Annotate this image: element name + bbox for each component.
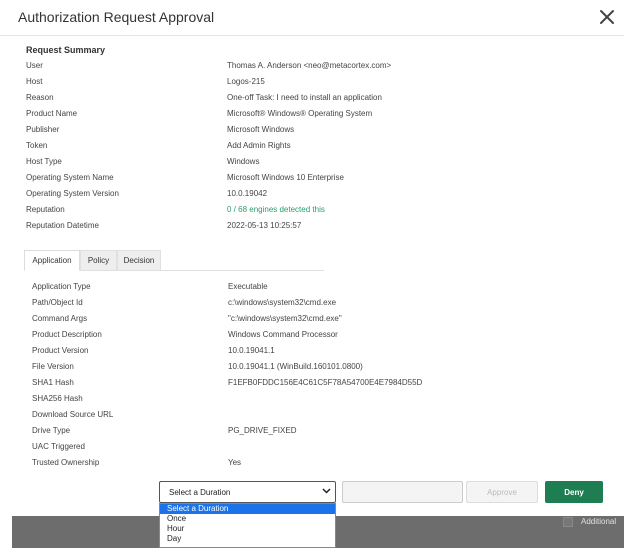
app-value-file-version: 10.0.19041.1 (WinBuild.160101.0800): [228, 362, 363, 371]
app-value-product-description: Windows Command Processor: [228, 330, 338, 339]
summary-value-os-name: Microsoft Windows 10 Enterprise: [227, 173, 344, 182]
summary-label-product-name: Product Name: [26, 109, 78, 118]
summary-label-token: Token: [26, 141, 48, 150]
app-label-file-version: File Version: [32, 362, 74, 371]
app-label-drive-type: Drive Type: [32, 426, 71, 435]
chevron-down-icon: [322, 488, 331, 494]
app-label-download-source-url: Download Source URL: [32, 410, 114, 419]
summary-value-reputation[interactable]: 0 / 68 engines detected this: [227, 205, 325, 214]
tab-decision[interactable]: Decision: [117, 250, 161, 271]
duration-option[interactable]: Once: [160, 514, 335, 524]
app-label-trusted-ownership: Trusted Ownership: [32, 458, 100, 467]
authorization-modal: Authorization Request Approval Request S…: [0, 0, 624, 518]
summary-label-publisher: Publisher: [26, 125, 60, 134]
app-label-sha1-hash: SHA1 Hash: [32, 378, 74, 387]
request-summary-title: Request Summary: [26, 45, 106, 55]
duration-option[interactable]: Hour: [160, 524, 335, 534]
summary-value-host: Logos-215: [227, 77, 265, 86]
summary-label-host: Host: [26, 77, 43, 86]
approve-button[interactable]: Approve: [466, 481, 538, 503]
modal-title: Authorization Request Approval: [18, 9, 215, 25]
summary-value-token: Add Admin Rights: [227, 141, 291, 150]
app-value-trusted-ownership: Yes: [228, 458, 242, 467]
summary-label-reputation: Reputation: [26, 205, 65, 214]
duration-select[interactable]: Select a Duration: [159, 481, 336, 503]
close-icon[interactable]: [599, 9, 615, 25]
app-value-drive-type: PG_DRIVE_FIXED: [228, 426, 297, 435]
app-label-uac-triggered: UAC Triggered: [32, 442, 85, 451]
app-value-product-version: 10.0.19041.1: [228, 346, 275, 355]
summary-label-os-version: Operating System Version: [26, 189, 119, 198]
app-label-sha256-hash: SHA256 Hash: [32, 394, 83, 403]
summary-value-reputation-datetime: 2022-05-13 10:25:57: [227, 221, 302, 230]
additional-label: Additional: [581, 517, 617, 526]
duration-select-value: Select a Duration: [169, 487, 231, 497]
app-value-sha1-hash: F1EFB0FDDC156E4C61C5F78A54700E4E7984D55D: [228, 378, 423, 387]
summary-label-os-name: Operating System Name: [26, 173, 114, 182]
additional-checkbox[interactable]: [563, 517, 573, 527]
summary-label-reason: Reason: [26, 93, 54, 102]
summary-value-user: Thomas A. Anderson <neo@metacortex.com>: [227, 61, 392, 70]
tab-application[interactable]: Application: [24, 250, 80, 271]
summary-value-host-type: Windows: [227, 157, 260, 166]
app-label-application-type: Application Type: [32, 282, 91, 291]
app-label-product-description: Product Description: [32, 330, 102, 339]
app-value-command-args: "c:\windows\system32\cmd.exe": [228, 314, 342, 323]
duration-option[interactable]: Select a Duration: [160, 504, 335, 514]
summary-label-reputation-datetime: Reputation Datetime: [26, 221, 99, 230]
tab-policy[interactable]: Policy: [80, 250, 117, 271]
summary-value-publisher: Microsoft Windows: [227, 125, 295, 134]
app-label-command-args: Command Args: [32, 314, 88, 323]
summary-label-host-type: Host Type: [26, 157, 62, 166]
modal-header: Authorization Request Approval: [0, 0, 624, 36]
app-value-application-type: Executable: [228, 282, 268, 291]
summary-label-user: User: [26, 61, 43, 70]
summary-value-reason: One-off Task: I need to install an appli…: [227, 93, 382, 102]
duration-option[interactable]: Day: [160, 534, 335, 544]
app-value-path: c:\windows\system32\cmd.exe: [228, 298, 337, 307]
page-background-left: [0, 516, 12, 548]
app-label-path: Path/Object Id: [32, 298, 83, 307]
comment-input[interactable]: [342, 481, 463, 503]
duration-dropdown-list: Select a Duration Once Hour Day: [159, 503, 336, 548]
summary-value-product-name: Microsoft® Windows® Operating System: [227, 109, 373, 118]
summary-value-os-version: 10.0.19042: [227, 189, 268, 198]
app-label-product-version: Product Version: [32, 346, 89, 355]
deny-button[interactable]: Deny: [545, 481, 603, 503]
